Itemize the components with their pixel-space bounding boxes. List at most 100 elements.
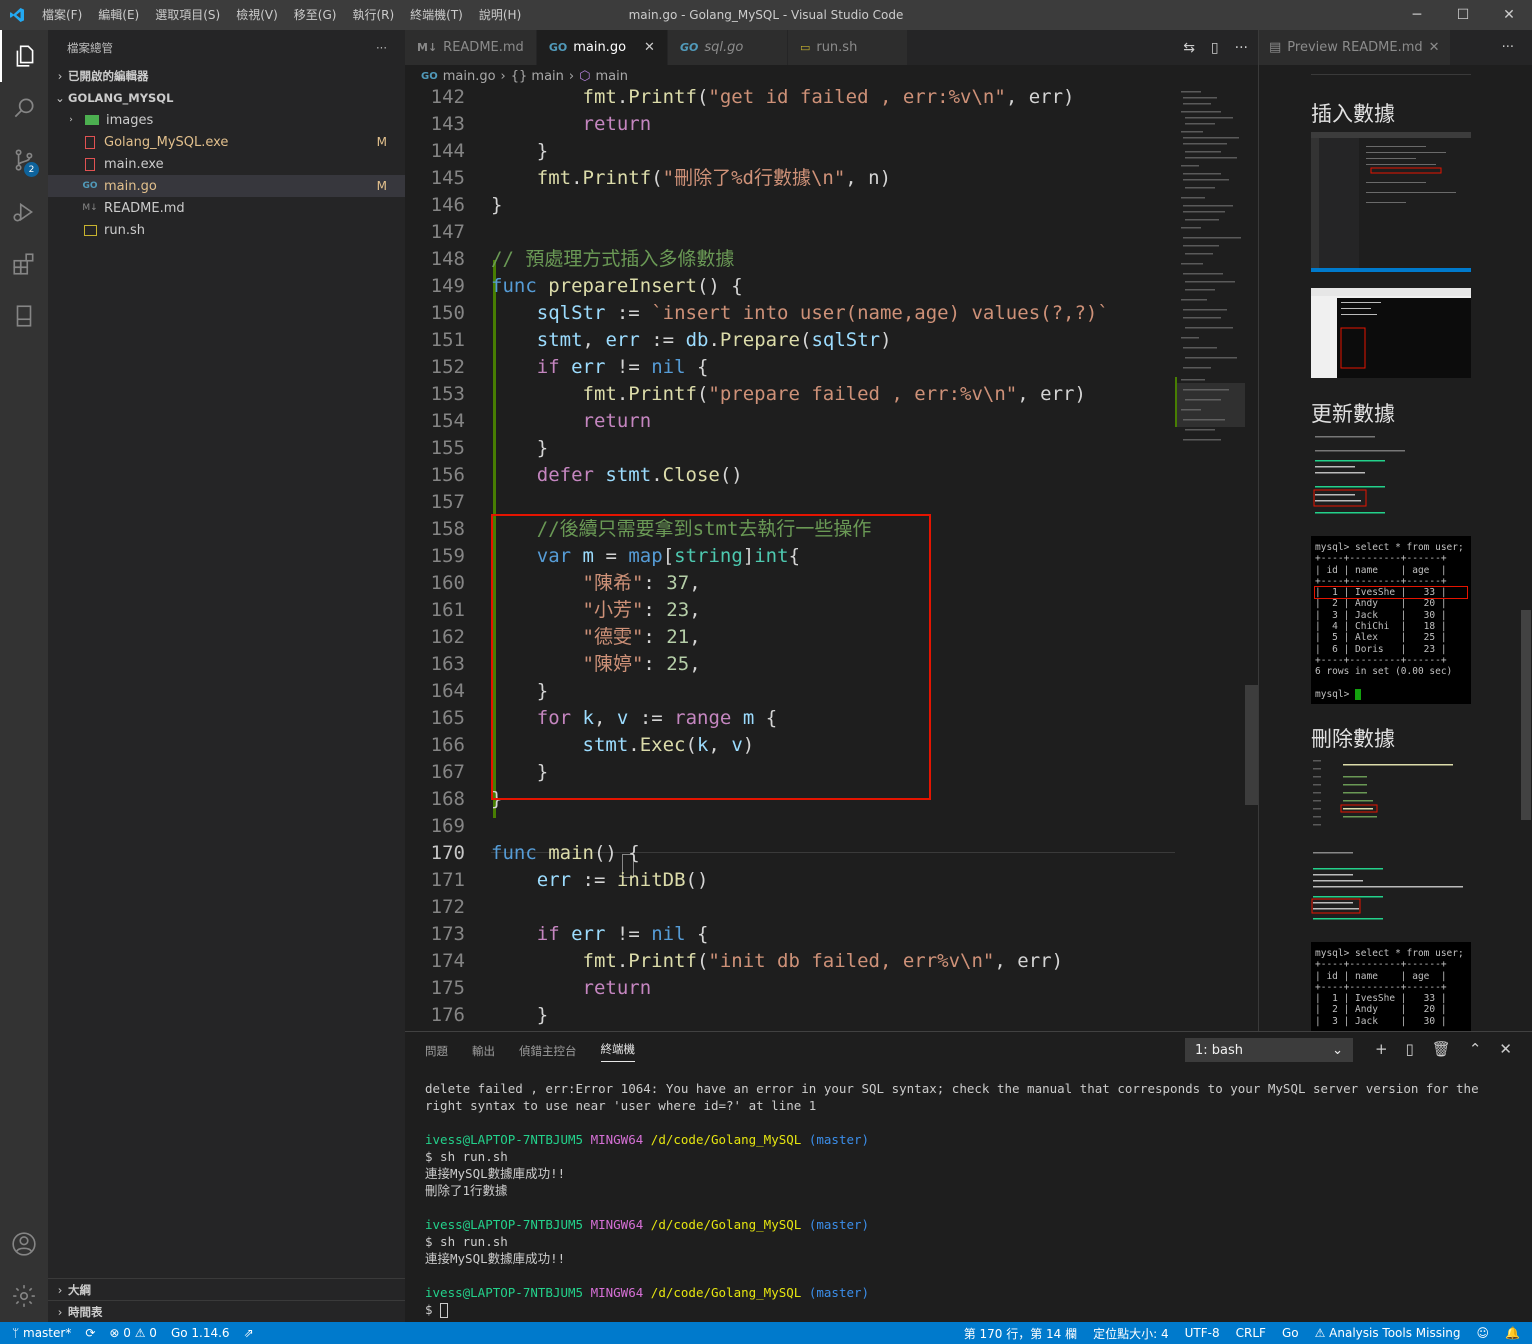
- tab-preview-readme[interactable]: ▤ Preview README.md ✕: [1259, 30, 1450, 65]
- breadcrumb-package[interactable]: {} main: [511, 69, 564, 84]
- activity-bar: 2: [0, 30, 48, 1322]
- code-editor[interactable]: 142 fmt.Printf("get id failed , err:%v\n…: [405, 87, 1258, 1031]
- split-terminal-icon[interactable]: ▯: [1406, 1040, 1414, 1058]
- eol-status[interactable]: CRLF: [1236, 1326, 1266, 1340]
- editor-scrollbar[interactable]: [1245, 87, 1258, 1031]
- chevron-down-icon: ⌄: [55, 91, 65, 105]
- code-line: 175 return: [430, 977, 652, 999]
- git-branch-status[interactable]: ᛘ master*: [12, 1326, 71, 1340]
- extensions-icon[interactable]: [0, 238, 48, 290]
- terminal-select[interactable]: 1: bash ⌄: [1185, 1038, 1353, 1062]
- open-changes-icon[interactable]: ⇆: [1183, 40, 1195, 56]
- search-icon[interactable]: [0, 82, 48, 134]
- menu-terminal[interactable]: 終端機(T): [402, 0, 471, 30]
- code-line: 176 }: [430, 1004, 549, 1026]
- remote-explorer-icon[interactable]: [0, 290, 48, 342]
- indentation-status[interactable]: 定位點大小: 4: [1093, 1325, 1169, 1342]
- close-panel-icon[interactable]: ✕: [1499, 1040, 1512, 1058]
- tree-item-readme[interactable]: M↓ README.md: [48, 197, 405, 219]
- go-file-icon: GO: [421, 70, 438, 82]
- explorer-more-button[interactable]: ···: [376, 41, 387, 55]
- tree-item-label: main.go: [104, 178, 157, 194]
- menu-bar: 檔案(F) 編輯(E) 選取項目(S) 檢視(V) 移至(G) 執行(R) 終端…: [34, 0, 529, 30]
- go-version-status[interactable]: Go 1.14.6: [171, 1326, 230, 1340]
- code-line: 169: [430, 815, 465, 837]
- live-share-icon[interactable]: ⇗: [244, 1326, 254, 1340]
- maximize-button[interactable]: ☐: [1440, 0, 1486, 30]
- tree-item-golang-mysql-exe[interactable]: Golang_MySQL.exe M: [48, 131, 405, 153]
- tab-sql-go[interactable]: GO sql.go: [667, 30, 788, 65]
- sync-icon[interactable]: ⟳: [85, 1326, 95, 1340]
- chevron-down-icon: ⌄: [1332, 1042, 1343, 1058]
- markdown-file-icon: M↓: [82, 203, 98, 213]
- editor-scrollbar-thumb[interactable]: [1245, 685, 1258, 805]
- tab-run-sh[interactable]: ▭ run.sh: [787, 30, 908, 65]
- problems-status[interactable]: ⊗ 0 ⚠ 0: [109, 1326, 157, 1340]
- chevron-right-icon: ›: [57, 1282, 63, 1297]
- account-icon[interactable]: [0, 1218, 48, 1270]
- menu-run[interactable]: 執行(R): [344, 0, 402, 30]
- panel-tab-output[interactable]: 輸出: [472, 1043, 495, 1059]
- menu-selection[interactable]: 選取項目(S): [147, 0, 228, 30]
- chevron-right-icon: ›: [69, 115, 73, 125]
- kill-terminal-icon[interactable]: 🗑: [1432, 1040, 1451, 1058]
- new-terminal-icon[interactable]: +: [1375, 1040, 1388, 1058]
- close-tab-icon[interactable]: ✕: [1429, 40, 1440, 55]
- open-editors-section[interactable]: › 已開啟的編輯器: [48, 65, 405, 87]
- more-actions-icon[interactable]: ···: [1235, 40, 1248, 56]
- go-file-icon: GO: [548, 41, 568, 54]
- shell-file-icon: [82, 223, 98, 237]
- feedback-icon[interactable]: ☺: [1477, 1326, 1490, 1340]
- split-editor-icon[interactable]: ▯: [1211, 40, 1219, 56]
- encoding-status[interactable]: UTF-8: [1185, 1326, 1220, 1340]
- chevron-right-icon: ›: [57, 1304, 63, 1319]
- tab-readme[interactable]: M↓ README.md: [405, 30, 537, 65]
- panel-tab-terminal[interactable]: 終端機: [600, 1041, 635, 1062]
- menu-view[interactable]: 檢視(V): [228, 0, 286, 30]
- timeline-section[interactable]: › 時間表: [48, 1300, 405, 1322]
- breadcrumb-file[interactable]: main.go: [443, 69, 496, 84]
- preview-icon: ▤: [1269, 40, 1282, 55]
- analysis-tools-status[interactable]: ⚠ Analysis Tools Missing: [1315, 1326, 1461, 1340]
- workspace-folder-section[interactable]: ⌄ GOLANG_MYSQL: [48, 87, 405, 109]
- scm-badge: 2: [24, 162, 39, 177]
- tree-item-main-go[interactable]: GO main.go M: [48, 175, 405, 197]
- tree-item-label: main.exe: [104, 156, 164, 172]
- tree-item-main-exe[interactable]: main.exe: [48, 153, 405, 175]
- tree-item-run-sh[interactable]: run.sh: [48, 219, 405, 241]
- screenshot-image: [1311, 132, 1471, 272]
- explorer-icon[interactable]: [0, 30, 48, 82]
- function-symbol-icon: ⬡: [579, 68, 591, 84]
- maximize-panel-icon[interactable]: ⌃: [1469, 1040, 1482, 1058]
- source-control-icon[interactable]: 2: [0, 134, 48, 186]
- tree-item-images[interactable]: › images: [48, 109, 405, 131]
- code-line: 156 defer stmt.Close(): [430, 464, 743, 486]
- outline-label: 大綱: [68, 1282, 91, 1297]
- exe-file-icon: [82, 157, 98, 171]
- close-window-button[interactable]: ✕: [1486, 0, 1532, 30]
- minimize-button[interactable]: ─: [1394, 0, 1440, 30]
- settings-gear-icon[interactable]: [0, 1270, 48, 1322]
- notifications-bell-icon[interactable]: 🔔: [1505, 1326, 1520, 1340]
- outline-section[interactable]: › 大綱: [48, 1278, 405, 1300]
- divider: [1311, 74, 1471, 75]
- more-actions-icon[interactable]: ···: [1502, 40, 1514, 55]
- code-line: 149 func prepareInsert() {: [430, 275, 743, 297]
- run-debug-icon[interactable]: [0, 186, 48, 238]
- menu-go[interactable]: 移至(G): [286, 0, 345, 30]
- code-line: 172: [430, 896, 465, 918]
- minimap[interactable]: [1175, 87, 1245, 1031]
- terminal-output[interactable]: delete failed , err:Error 1064: You have…: [425, 1080, 1515, 1318]
- preview-scrollbar-thumb[interactable]: [1521, 610, 1531, 820]
- menu-help[interactable]: 說明(H): [471, 0, 529, 30]
- menu-edit[interactable]: 編輯(E): [90, 0, 147, 30]
- panel-tab-debug-console[interactable]: 偵錯主控台: [519, 1043, 577, 1059]
- menu-file[interactable]: 檔案(F): [34, 0, 90, 30]
- panel-tab-problems[interactable]: 問題: [425, 1043, 448, 1059]
- cursor-position-status[interactable]: 第 170 行，第 14 欄: [964, 1325, 1077, 1342]
- close-tab-icon[interactable]: ✕: [644, 40, 655, 55]
- language-status[interactable]: Go: [1282, 1326, 1299, 1340]
- tab-main-go[interactable]: GO main.go ✕: [536, 30, 668, 65]
- code-line: 157: [430, 491, 465, 513]
- breadcrumb-function[interactable]: main: [595, 69, 627, 84]
